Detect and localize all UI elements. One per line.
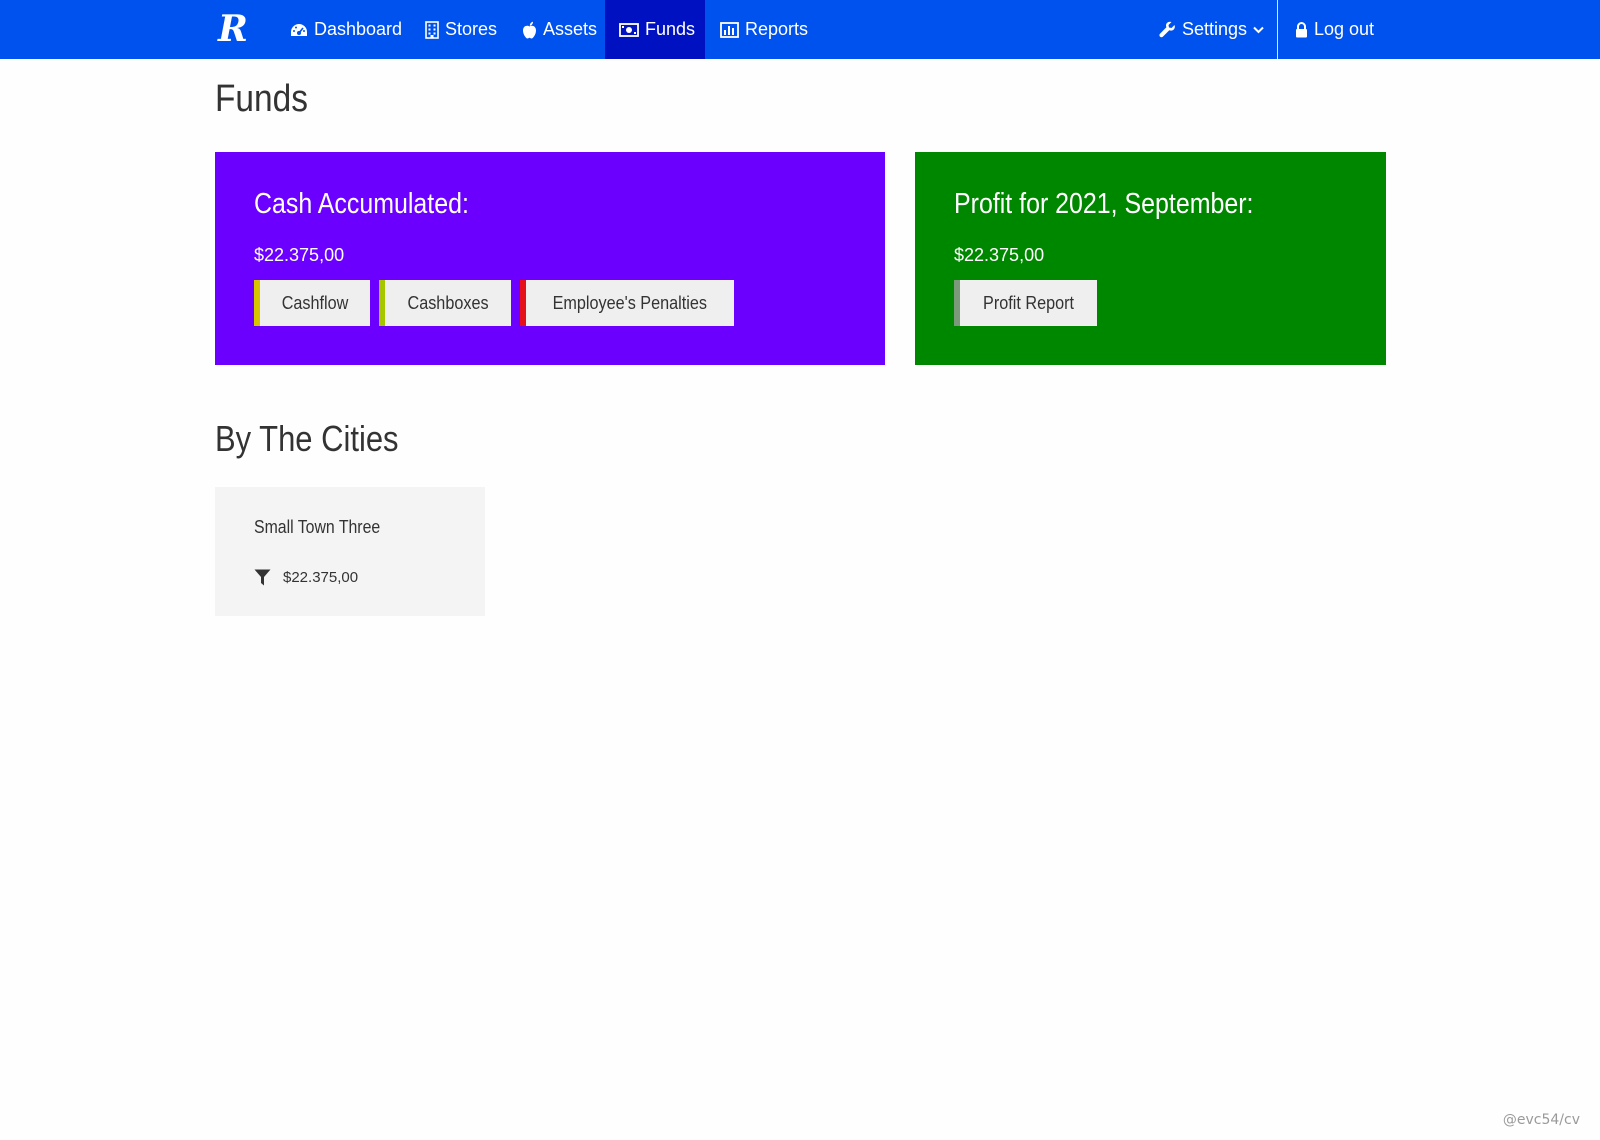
cashboxes-button-label: Cashboxes [407, 292, 489, 313]
employees-penalties-button[interactable]: Employee's Penalties [520, 280, 734, 326]
lock-icon [1296, 21, 1307, 37]
nav-item-assets[interactable]: Assets [522, 0, 597, 59]
watermark: @evc54/cv [1502, 1112, 1580, 1128]
apple-icon [523, 21, 536, 38]
city-amount-row: $22.375,00 [254, 569, 358, 586]
nav-item-stores[interactable]: Stores [425, 0, 497, 59]
cashboxes-button[interactable]: Cashboxes [379, 280, 512, 326]
chevron-down-icon [1253, 26, 1264, 33]
filter-icon [254, 569, 271, 586]
cities-section-title: By The Cities [215, 418, 399, 459]
profit-report-button-label: Profit Report [983, 292, 1074, 313]
brand-logo[interactable]: R [213, 8, 253, 50]
logout-link[interactable]: Log out [1295, 0, 1374, 59]
nav-item-dashboard[interactable]: Dashboard [290, 0, 402, 59]
nav-item-reports[interactable]: Reports [720, 0, 808, 59]
nav-item-label: Reports [745, 19, 809, 39]
tachometer-icon [291, 23, 307, 36]
profit-report-button[interactable]: Profit Report [954, 280, 1098, 326]
nav-item-label: Funds [645, 19, 696, 39]
logout-label: Log out [1314, 19, 1375, 39]
cashflow-button-label: Cashflow [281, 292, 349, 313]
building-icon [425, 20, 439, 39]
profit-panel-heading: Profit for 2021, September: [954, 188, 1254, 220]
profit-panel: Profit for 2021, September: $22.375,00 P… [915, 152, 1386, 365]
cashflow-button[interactable]: Cashflow [254, 280, 371, 326]
employees-penalties-button-label: Employee's Penalties [552, 292, 708, 313]
nav-item-label: Assets [543, 19, 598, 39]
money-icon [619, 22, 639, 37]
city-name: Small Town Three [254, 517, 381, 537]
navbar-divider [1277, 0, 1278, 59]
nav-item-label: Stores [445, 19, 498, 39]
cash-buttons: Cashflow Cashboxes Employee's Penalties [254, 280, 734, 326]
settings-label: Settings [1182, 19, 1248, 39]
city-card[interactable]: Small Town Three $22.375,00 [215, 487, 485, 616]
profit-amount: $22.375,00 [954, 245, 1045, 265]
city-amount: $22.375,00 [283, 569, 359, 586]
cash-panel-heading: Cash Accumulated: [254, 188, 469, 220]
settings-dropdown[interactable]: Settings [1159, 0, 1264, 59]
nav-item-label: Dashboard [314, 19, 403, 39]
nav-item-funds[interactable]: Funds [605, 0, 705, 59]
profit-buttons: Profit Report [954, 280, 1098, 326]
page-title: Funds [215, 78, 308, 120]
top-navbar: R Dashboard Stores Assets Funds Reports … [0, 0, 1600, 59]
wrench-icon [1159, 21, 1175, 38]
cash-amount: $22.375,00 [254, 245, 345, 265]
cash-accumulated-panel: Cash Accumulated: $22.375,00 Cashflow Ca… [215, 152, 885, 365]
bar-chart-icon [720, 21, 739, 38]
